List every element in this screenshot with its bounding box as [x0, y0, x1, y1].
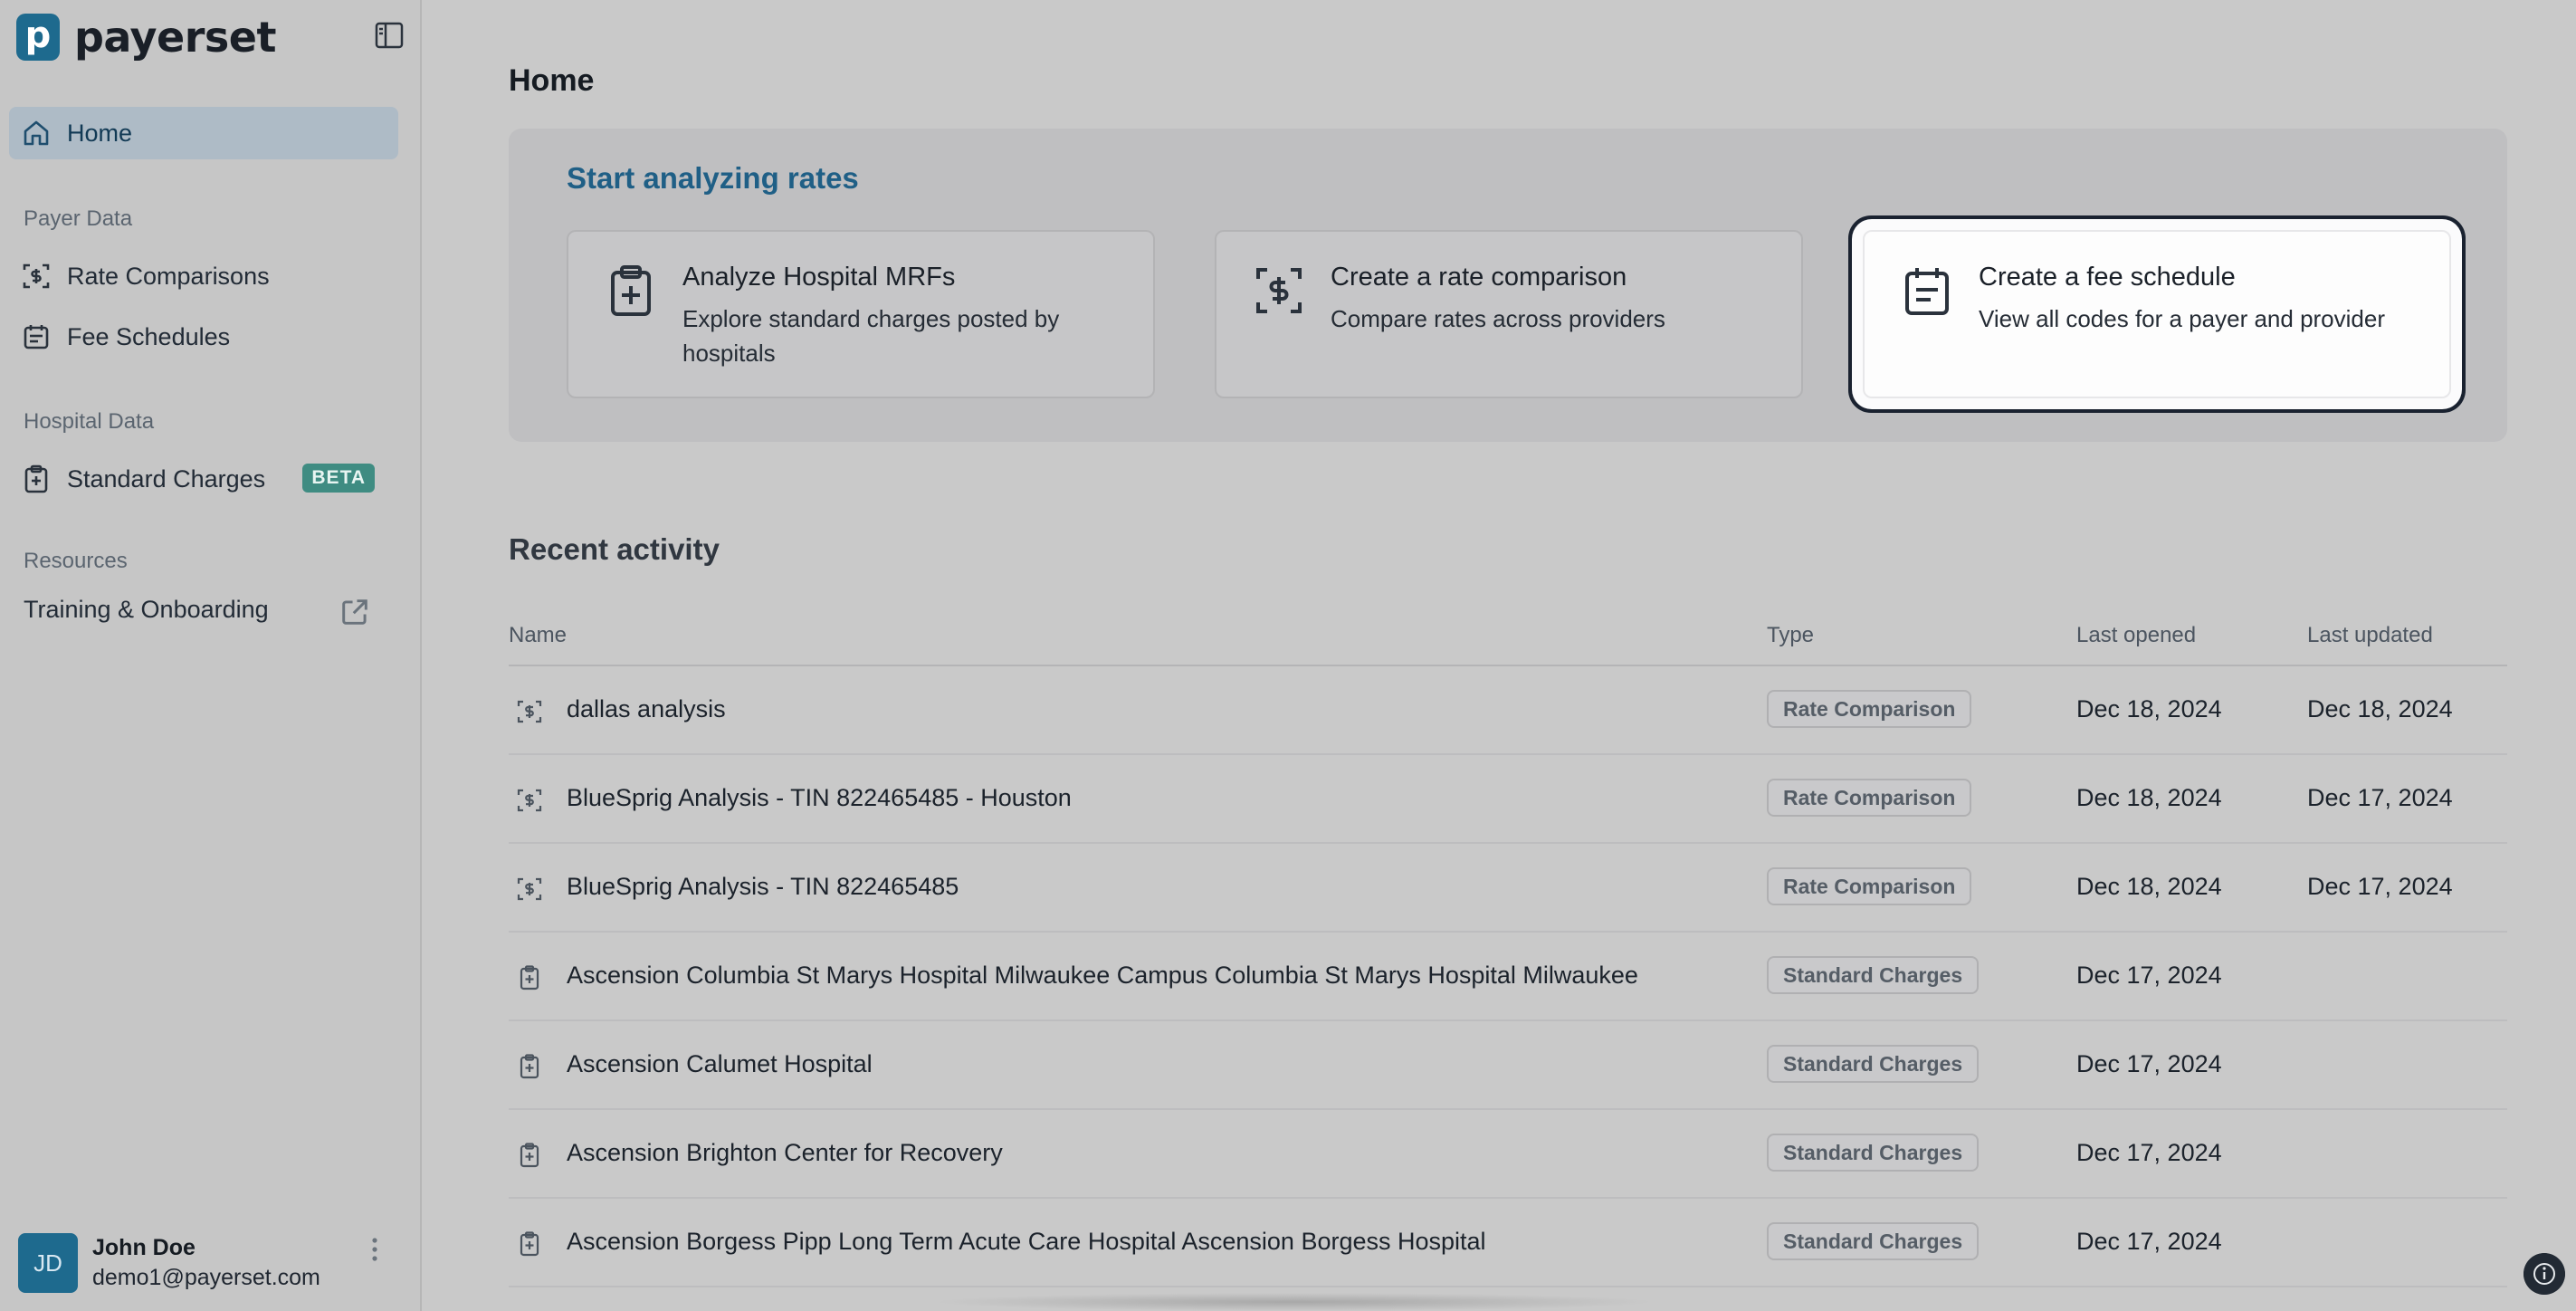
calendar-list-icon	[1905, 268, 1949, 315]
last-opened: Dec 18, 2024	[2076, 784, 2222, 811]
app-name: payerset	[74, 13, 277, 62]
section-label-hospital-data: Hospital Data	[24, 409, 155, 434]
last-opened: Dec 17, 2024	[2076, 1228, 2222, 1255]
sidebar-item-home[interactable]: Home	[9, 107, 398, 159]
create-fee-schedule-card[interactable]: Create a fee schedule View all codes for…	[1863, 230, 2451, 398]
sidebar-item-label: Training & Onboarding	[24, 595, 269, 623]
table-row[interactable]: Ascension Columbia St Marys Hospital Mil…	[509, 933, 2507, 1021]
sidebar-item-training[interactable]: Training & Onboarding	[9, 583, 398, 636]
main-content: Home Start analyzing rates Analyze Hospi…	[424, 0, 2576, 1311]
create-rate-comparison-card[interactable]: Create a rate comparison Compare rates a…	[1215, 230, 1803, 398]
sidebar: p payerset Home Payer Data Rate Comparis…	[0, 0, 422, 1311]
last-opened: Dec 18, 2024	[2076, 873, 2222, 900]
dollar-scan-icon	[1256, 268, 1302, 313]
type-badge: Rate Comparison	[1767, 867, 1972, 905]
sidebar-item-label: Fee Schedules	[67, 322, 231, 350]
user-profile[interactable]: JD John Doe demo1@payerset.com	[18, 1233, 320, 1293]
dollar-scan-icon	[517, 877, 542, 901]
last-updated: Dec 17, 2024	[2307, 873, 2453, 900]
type-badge: Standard Charges	[1767, 1222, 1980, 1260]
type-badge: Rate Comparison	[1767, 779, 1972, 817]
last-opened: Dec 17, 2024	[2076, 1139, 2222, 1166]
info-icon[interactable]	[2524, 1253, 2565, 1295]
type-badge: Standard Charges	[1767, 956, 1980, 994]
card-description: Explore standard charges posted by hospi…	[682, 305, 1060, 367]
card-title: Create a rate comparison	[1331, 263, 1627, 292]
clipboard-plus-icon	[520, 965, 539, 990]
table-row[interactable]: Ascension Brighton Center for Recovery St…	[509, 1110, 2507, 1199]
analyze-mrfs-card[interactable]: Analyze Hospital MRFs Explore standard c…	[567, 230, 1155, 398]
table-row[interactable]: Ascension Calumet Hospital Standard Charg…	[509, 1021, 2507, 1110]
card-description: View all codes for a payer and provider	[1979, 305, 2385, 332]
external-link-icon	[342, 599, 367, 625]
last-updated: Dec 17, 2024	[2307, 784, 2453, 811]
sidebar-item-label: Home	[67, 119, 133, 147]
clipboard-plus-icon	[611, 265, 651, 316]
sidebar-item-label: Rate Comparisons	[67, 262, 270, 290]
clipboard-plus-icon	[520, 1054, 539, 1079]
last-opened: Dec 17, 2024	[2076, 1050, 2222, 1077]
card-title: Create a fee schedule	[1979, 263, 2236, 292]
row-name[interactable]: BlueSprig Analysis - TIN 822465485 - Hou…	[567, 784, 1072, 812]
clipboard-plus-icon	[520, 1231, 539, 1257]
sidebar-item-label: Standard Charges	[67, 464, 266, 493]
avatar: JD	[18, 1233, 78, 1293]
table-header: Name Type Last opened Last updated	[509, 617, 2507, 666]
column-header-last-opened[interactable]: Last opened	[2076, 623, 2196, 648]
section-label-payer-data: Payer Data	[24, 206, 133, 231]
home-icon	[24, 120, 49, 146]
dollar-scan-icon	[517, 789, 542, 812]
row-name[interactable]: Ascension Calumet Hospital	[567, 1050, 873, 1078]
sidebar-item-standard-charges[interactable]: Standard Charges BETA	[9, 453, 398, 505]
user-email: demo1@payerset.com	[92, 1265, 320, 1290]
row-name[interactable]: Ascension Brighton Center for Recovery	[567, 1139, 1003, 1167]
dollar-scan-icon	[23, 263, 50, 289]
row-name[interactable]: Ascension Borgess Pipp Long Term Acute C…	[567, 1228, 1486, 1256]
sidebar-item-rate-comparisons[interactable]: Rate Comparisons	[9, 250, 398, 302]
app-logo[interactable]: p payerset	[16, 13, 277, 62]
clipboard-plus-icon	[520, 1143, 539, 1168]
column-header-type[interactable]: Type	[1767, 623, 1814, 648]
more-options-icon[interactable]	[366, 1233, 384, 1266]
column-header-last-updated[interactable]: Last updated	[2307, 623, 2433, 648]
calendar-list-icon	[24, 325, 49, 349]
sidebar-item-fee-schedules[interactable]: Fee Schedules	[9, 311, 398, 363]
page-title: Home	[509, 63, 595, 98]
logo-mark: p	[16, 14, 60, 61]
start-analyzing-panel: Start analyzing rates Analyze Hospital M…	[509, 129, 2507, 442]
type-badge: Standard Charges	[1767, 1134, 1980, 1172]
row-name[interactable]: BlueSprig Analysis - TIN 822465485	[567, 873, 959, 901]
recent-activity-title: Recent activity	[509, 532, 720, 566]
table-row[interactable]: Ascension Borgess Pipp Long Term Acute C…	[509, 1199, 2507, 1287]
card-title: Analyze Hospital MRFs	[682, 263, 956, 292]
last-opened: Dec 17, 2024	[2076, 962, 2222, 989]
row-name[interactable]: Ascension Columbia St Marys Hospital Mil…	[567, 962, 1638, 990]
user-name: John Doe	[92, 1235, 196, 1260]
last-opened: Dec 18, 2024	[2076, 695, 2222, 722]
beta-badge: BETA	[302, 464, 375, 493]
card-description: Compare rates across providers	[1331, 305, 1665, 332]
row-name[interactable]: dallas analysis	[567, 695, 726, 723]
table-row[interactable]: BlueSprig Analysis - TIN 822465485 Rate C…	[509, 844, 2507, 933]
table-row[interactable]: BlueSprig Analysis - TIN 822465485 - Hou…	[509, 755, 2507, 844]
table-row[interactable]: dallas analysis Rate Comparison Dec 18, 20…	[509, 666, 2507, 755]
last-updated: Dec 18, 2024	[2307, 695, 2453, 722]
section-label-resources: Resources	[24, 549, 128, 573]
recent-activity-table: Name Type Last opened Last updated dalla…	[509, 617, 2507, 1287]
hero-title: Start analyzing rates	[567, 161, 859, 195]
bottom-shadow	[932, 1293, 1656, 1311]
type-badge: Rate Comparison	[1767, 690, 1972, 728]
column-header-name[interactable]: Name	[509, 623, 567, 648]
type-badge: Standard Charges	[1767, 1045, 1980, 1083]
clipboard-plus-icon	[24, 464, 48, 493]
dollar-scan-icon	[517, 700, 542, 723]
sidebar-collapse-icon[interactable]	[375, 22, 404, 49]
